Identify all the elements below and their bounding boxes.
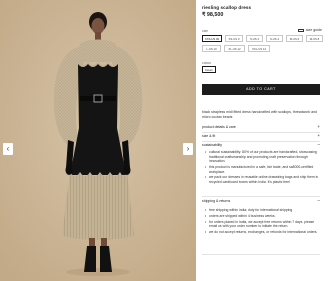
- size-option[interactable]: S-US 4: [266, 35, 283, 42]
- size-label: size: [202, 29, 209, 33]
- accordion-product-details[interactable]: product details & care +: [202, 124, 320, 132]
- minus-icon: –: [317, 198, 320, 203]
- gallery-next-button[interactable]: ›: [183, 143, 193, 155]
- product-info-panel: riesling scallop dress ₹ 98,500 size siz…: [202, 0, 330, 281]
- size-option[interactable]: S-US 2: [246, 35, 263, 42]
- ruler-icon: [297, 28, 304, 32]
- accordion-size-fit[interactable]: size & fit +: [202, 133, 320, 141]
- minus-icon: –: [317, 142, 320, 147]
- size-option[interactable]: M-US 8: [306, 35, 323, 42]
- list-item: for orders placed in India, we accept fr…: [205, 220, 320, 229]
- product-price: ₹ 98,500: [202, 12, 224, 18]
- size-option[interactable]: L-US 10: [202, 45, 221, 52]
- accordion-label: size & fit: [202, 134, 216, 138]
- divider: [202, 196, 320, 197]
- accordion-shipping-returns[interactable]: shipping & returns –: [202, 198, 320, 206]
- product-description: black strapless midi fitted dress handcr…: [202, 110, 317, 119]
- size-option[interactable]: XXS-US 00: [202, 35, 222, 42]
- accordion-label: shipping & returns: [202, 199, 231, 203]
- add-to-cart-button[interactable]: ADD TO CART: [202, 84, 320, 95]
- accordion-label: sustainability: [202, 143, 223, 147]
- product-title: riesling scallop dress: [202, 5, 252, 10]
- size-option[interactable]: XXL-US 14: [248, 45, 270, 52]
- accordion-sustainability[interactable]: sustainability –: [202, 142, 320, 150]
- size-guide-link[interactable]: size guide: [297, 28, 322, 32]
- product-image-gallery: ‹ ›: [0, 0, 196, 281]
- sustainability-list: cultural sustainability: 80% of our prod…: [205, 150, 320, 186]
- list-item: we pack our dresses in reusable online d…: [205, 175, 320, 184]
- list-item: this product is manufactured in a safe, …: [205, 165, 320, 174]
- colour-option[interactable]: brown: [202, 66, 216, 73]
- product-photo: [0, 0, 196, 281]
- accordion-label: product details & care: [202, 125, 236, 129]
- colour-label: colour: [202, 61, 212, 65]
- size-guide-label: size guide: [305, 28, 322, 32]
- size-option[interactable]: XL-US 12: [224, 45, 245, 52]
- list-item: cultural sustainability: 80% of our prod…: [205, 150, 320, 164]
- plus-icon: +: [317, 124, 320, 129]
- size-option[interactable]: XS-US 0: [225, 35, 243, 42]
- list-item: orders are shipped within 4 business wee…: [205, 214, 320, 219]
- plus-icon: +: [317, 133, 320, 138]
- gallery-prev-button[interactable]: ‹: [3, 143, 13, 155]
- size-option[interactable]: M-US 6: [286, 35, 303, 42]
- list-item: we do not accept returns, exchanges, or …: [205, 230, 320, 235]
- divider: [202, 254, 320, 255]
- shipping-list: free shipping within india; duty for int…: [205, 208, 320, 236]
- list-item: free shipping within india; duty for int…: [205, 208, 320, 213]
